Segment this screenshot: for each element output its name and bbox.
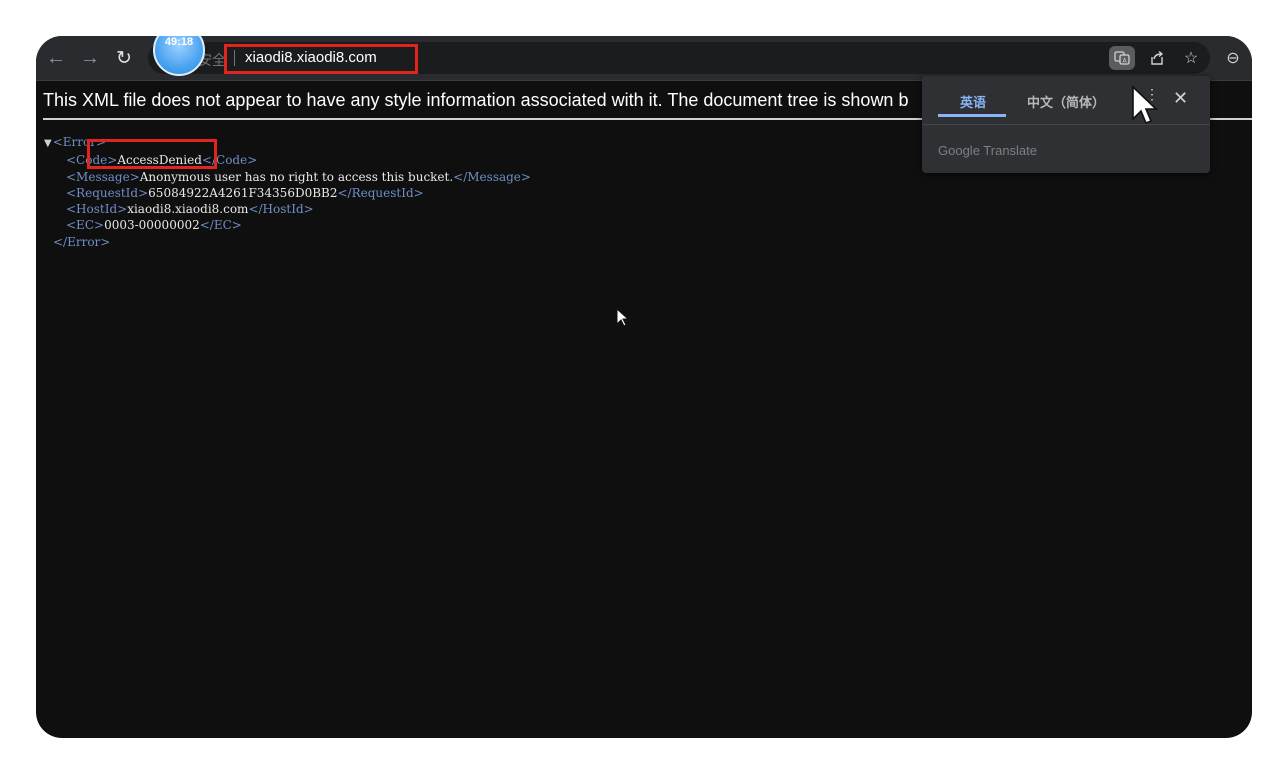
- close-icon[interactable]: ✕: [1173, 88, 1188, 109]
- bookmark-star-icon[interactable]: ☆: [1178, 46, 1204, 70]
- tab-target-language[interactable]: 中文（简体）: [1027, 92, 1105, 111]
- browser-toolbar: ← → ↻ 安全 xiaodi8.xiaodi8.com A ☆ ⊖ 49:18: [36, 36, 1252, 81]
- browser-window: ← → ↻ 安全 xiaodi8.xiaodi8.com A ☆ ⊖ 49:18…: [36, 36, 1252, 738]
- xml-value-message: Anonymous user has no right to access th…: [139, 169, 454, 184]
- translate-popup: 英语 中文（简体） ⋮ ✕ Google Translate: [922, 76, 1210, 173]
- profile-icon[interactable]: ⊖: [1220, 46, 1246, 70]
- back-arrow-icon[interactable]: ←: [42, 44, 70, 72]
- code-highlight-box: [87, 139, 217, 169]
- active-tab-underline: [938, 114, 1006, 117]
- xml-value-ec: 0003-00000002: [104, 218, 200, 233]
- xml-row-message: <Message>Anonymous user has no right to …: [66, 169, 531, 184]
- xml-row-requestid: <RequestId>65084922A4261F34356D0BB2</Req…: [66, 185, 424, 200]
- url-highlight-box: [224, 44, 418, 74]
- tab-source-language[interactable]: 英语: [960, 92, 986, 111]
- popup-divider: [922, 124, 1210, 125]
- forward-arrow-icon[interactable]: →: [76, 44, 104, 72]
- google-translate-brand: Google Translate: [938, 143, 1038, 158]
- cursor-arrow-icon: [1132, 85, 1158, 125]
- share-icon[interactable]: [1144, 46, 1170, 70]
- xml-row-hostid: <HostId>xiaodi8.xiaodi8.com</HostId>: [66, 202, 314, 217]
- reload-icon[interactable]: ↻: [110, 44, 138, 72]
- cursor-arrow-icon-small: [616, 307, 630, 327]
- translate-icon[interactable]: A: [1109, 46, 1135, 70]
- xml-value-requestid: 65084922A4261F34356D0BB2: [148, 185, 338, 200]
- xml-row-ec: <EC>0003-00000002</EC>: [66, 218, 242, 233]
- xml-root-close: </Error>: [53, 234, 111, 249]
- xml-style-notice: This XML file does not appear to have an…: [43, 90, 909, 110]
- xml-value-hostid: xiaodi8.xiaodi8.com: [127, 202, 249, 217]
- collapse-toggle-icon[interactable]: ▼: [44, 138, 52, 149]
